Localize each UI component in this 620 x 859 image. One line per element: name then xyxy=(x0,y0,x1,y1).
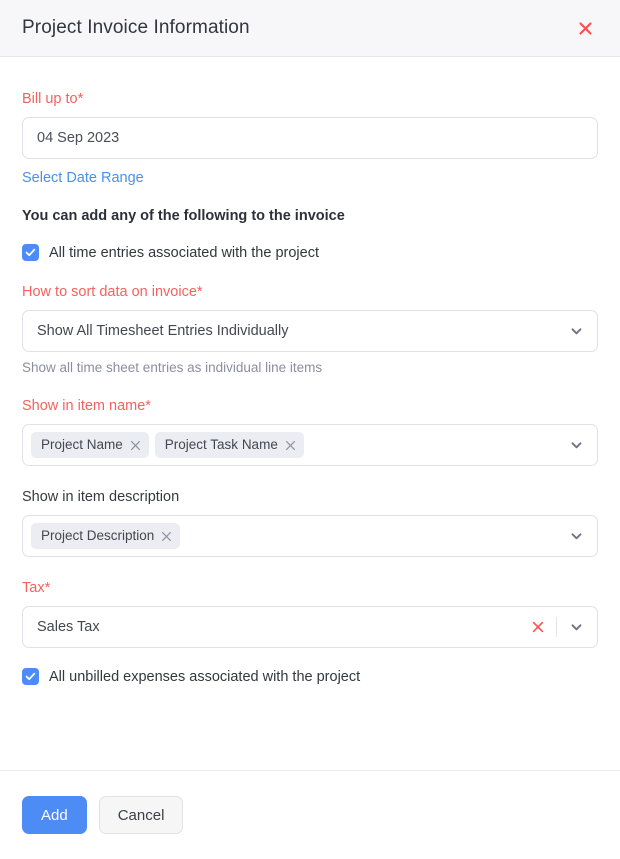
tax-group: Tax* Sales Tax xyxy=(22,579,598,648)
field-divider xyxy=(556,617,557,637)
tag-remove-icon[interactable] xyxy=(161,531,172,542)
sort-data-group: How to sort data on invoice* Show All Ti… xyxy=(22,283,598,375)
time-entries-checkbox[interactable] xyxy=(22,244,39,261)
invoice-add-note: You can add any of the following to the … xyxy=(22,208,345,224)
unbilled-expenses-checkbox[interactable] xyxy=(22,668,39,685)
item-name-group: Show in item name* Project Name Project … xyxy=(22,397,598,466)
item-description-select[interactable]: Project Description xyxy=(22,515,598,557)
add-button[interactable]: Add xyxy=(22,796,87,834)
dialog-header: Project Invoice Information xyxy=(0,0,620,57)
bill-up-to-input[interactable] xyxy=(22,117,598,159)
tag-chip[interactable]: Project Task Name xyxy=(154,432,304,458)
cancel-button[interactable]: Cancel xyxy=(98,796,184,834)
unbilled-expenses-checkbox-label: All unbilled expenses associated with th… xyxy=(49,668,361,685)
tag-chip[interactable]: Project Description xyxy=(31,523,181,549)
tax-value: Sales Tax xyxy=(37,619,100,635)
select-date-range-link[interactable]: Select Date Range xyxy=(22,170,144,186)
item-name-label: Show in item name* xyxy=(22,398,151,414)
tax-label: Tax* xyxy=(22,580,51,596)
tag-remove-icon[interactable] xyxy=(130,440,141,451)
chevron-down-icon[interactable] xyxy=(569,324,584,339)
dialog-body: Bill up to* Select Date Range You can ad… xyxy=(0,57,620,770)
check-icon xyxy=(25,247,36,258)
tag-chip-label: Project Task Name xyxy=(164,437,278,452)
tag-remove-icon[interactable] xyxy=(285,440,296,451)
item-description-label: Show in item description xyxy=(22,489,180,505)
clear-icon[interactable] xyxy=(531,620,545,634)
chevron-down-icon[interactable] xyxy=(569,438,584,453)
time-entries-checkbox-label: All time entries associated with the pro… xyxy=(49,244,319,261)
check-icon xyxy=(25,671,36,682)
item-description-group: Show in item description Project Descrip… xyxy=(22,488,598,557)
page-title: Project Invoice Information xyxy=(22,17,250,38)
close-button[interactable] xyxy=(572,15,598,41)
sort-data-label: How to sort data on invoice* xyxy=(22,284,203,300)
tax-select[interactable]: Sales Tax xyxy=(22,606,598,648)
bill-up-to-group: Bill up to* Select Date Range xyxy=(22,90,598,187)
dialog-footer: Add Cancel xyxy=(0,770,620,859)
tag-chip[interactable]: Project Name xyxy=(31,432,149,458)
sort-data-value: Show All Timesheet Entries Individually xyxy=(37,323,289,339)
sort-data-helper-text: Show all time sheet entries as individua… xyxy=(22,360,323,375)
chevron-down-icon[interactable] xyxy=(569,620,584,635)
tag-chip-label: Project Description xyxy=(41,528,155,543)
unbilled-expenses-checkbox-row[interactable]: All unbilled expenses associated with th… xyxy=(22,668,598,685)
chevron-down-icon[interactable] xyxy=(569,529,584,544)
time-entries-checkbox-row[interactable]: All time entries associated with the pro… xyxy=(22,244,598,261)
sort-data-select[interactable]: Show All Timesheet Entries Individually xyxy=(22,310,598,352)
item-name-select[interactable]: Project Name Project Task Name xyxy=(22,424,598,466)
project-invoice-dialog: Project Invoice Information Bill up to* … xyxy=(0,0,620,859)
close-icon xyxy=(577,20,594,37)
tag-chip-label: Project Name xyxy=(41,437,123,452)
bill-up-to-label: Bill up to* xyxy=(22,91,84,107)
